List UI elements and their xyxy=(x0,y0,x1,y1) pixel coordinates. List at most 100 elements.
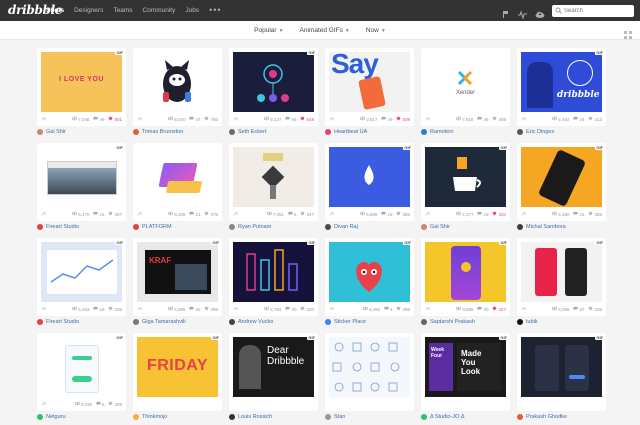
shot-author[interactable]: Heartbeat UA xyxy=(325,128,414,136)
time-filter[interactable]: Now ▼ xyxy=(366,27,386,34)
shot-card[interactable]: GIF 6,806 19 386 xyxy=(325,143,414,221)
shot-thumbnail[interactable] xyxy=(41,337,122,397)
shot-thumbnail[interactable]: I LOVE YOU xyxy=(41,52,122,112)
likes-count[interactable]: 336 xyxy=(588,306,602,312)
shot-thumbnail[interactable] xyxy=(233,242,314,302)
shot-author[interactable]: Tomas Brunsdon xyxy=(133,128,222,136)
likes-count[interactable]: 347 xyxy=(300,211,314,217)
shot-card[interactable]: GIF 5,493 18 335 xyxy=(37,238,126,316)
shot-author[interactable]: Thinkmojo xyxy=(133,413,222,421)
shot-thumbnail[interactable]: Dear Dribbble xyxy=(233,337,314,397)
shot-card[interactable]: FRIDAY GIF xyxy=(133,333,222,411)
comments-count[interactable]: 36 xyxy=(477,116,488,122)
likes-count[interactable]: 548 xyxy=(300,116,314,122)
comments-count[interactable]: 55 xyxy=(285,116,296,122)
shot-thumbnail[interactable] xyxy=(425,242,506,302)
shot-author[interactable]: Gal Shir xyxy=(37,128,126,136)
shot-author[interactable]: PLATFORM xyxy=(133,223,222,231)
shot-author[interactable]: Gal Shir xyxy=(421,223,510,231)
shot-thumbnail[interactable] xyxy=(137,52,218,112)
shot-author[interactable]: Michal Sambora xyxy=(517,223,606,231)
shot-author[interactable]: Ramotion xyxy=(421,128,510,136)
nav-item-jobs[interactable]: Jobs xyxy=(185,7,199,14)
shot-card[interactable]: Say 3,617 29 509 xyxy=(325,48,414,126)
type-filter[interactable]: Animated GIFs ▼ xyxy=(300,27,350,34)
shot-author[interactable]: Prakash Ghodke xyxy=(517,413,606,421)
comments-count[interactable]: 20 xyxy=(477,306,488,312)
shot-thumbnail[interactable]: Xender xyxy=(425,52,506,112)
comments-count[interactable]: 13 xyxy=(189,211,200,217)
likes-count[interactable]: 388 xyxy=(588,211,602,217)
shot-thumbnail[interactable] xyxy=(521,337,602,397)
shot-author[interactable]: Eric Dinges xyxy=(517,128,606,136)
shot-author[interactable]: Seth Eckert xyxy=(229,128,318,136)
shot-thumbnail[interactable] xyxy=(425,147,506,207)
comments-count[interactable]: 20 xyxy=(285,306,296,312)
shot-author[interactable]: Δ Studio-JO Δ xyxy=(421,413,510,421)
shot-thumbnail[interactable] xyxy=(233,52,314,112)
comments-count[interactable]: 27 xyxy=(573,306,584,312)
nav-item-shots[interactable]: Shots xyxy=(46,7,64,14)
shot-thumbnail[interactable] xyxy=(41,147,122,207)
comments-count[interactable]: 4 xyxy=(384,306,392,312)
shot-thumbnail[interactable] xyxy=(329,147,410,207)
comments-count[interactable]: 18 xyxy=(93,306,104,312)
shot-card[interactable]: KRAF GIF 4,685 22 398 xyxy=(133,238,222,316)
shot-thumbnail[interactable]: Say xyxy=(329,52,410,112)
link-icon[interactable] xyxy=(521,117,526,122)
shot-thumbnail[interactable] xyxy=(233,147,314,207)
shot-author[interactable]: Giga Tamarashvili xyxy=(133,318,222,326)
more-menu-icon[interactable]: ••• xyxy=(209,5,221,15)
grid-view-icon[interactable] xyxy=(624,26,632,44)
likes-count[interactable]: 375 xyxy=(204,211,218,217)
shot-card[interactable]: GIF 5,137 55 548 xyxy=(229,48,318,126)
link-icon[interactable] xyxy=(137,307,142,312)
flag-icon[interactable] xyxy=(501,6,510,18)
likes-count[interactable]: 760 xyxy=(204,116,218,122)
likes-count[interactable]: 509 xyxy=(396,116,410,122)
shot-card[interactable]: GIF 4,450 15 388 xyxy=(517,143,606,221)
shot-thumbnail[interactable] xyxy=(521,242,602,302)
nav-item-designers[interactable]: Designers xyxy=(74,7,103,14)
shot-thumbnail[interactable] xyxy=(41,242,122,302)
shot-thumbnail[interactable] xyxy=(329,337,410,397)
comments-count[interactable]: 19 xyxy=(381,211,392,217)
shot-card[interactable]: GIF 3,898 20 327 xyxy=(421,238,510,316)
nav-item-community[interactable]: Community xyxy=(142,7,175,14)
shot-card[interactable]: Xender 7,918 36 408 xyxy=(421,48,510,126)
link-icon[interactable] xyxy=(329,307,334,312)
shot-card[interactable]: Dear Dribbble GIF xyxy=(229,333,318,411)
comments-count[interactable]: 47 xyxy=(189,116,200,122)
link-icon[interactable] xyxy=(425,307,430,312)
shot-card[interactable] xyxy=(325,333,414,411)
shot-author[interactable]: Saptarshi Prakash xyxy=(421,318,510,326)
link-icon[interactable] xyxy=(425,212,430,217)
link-icon[interactable] xyxy=(425,117,430,122)
shot-author[interactable]: Fireart Studio xyxy=(37,223,126,231)
shot-card[interactable]: 8,040 47 760 xyxy=(133,48,222,126)
shot-thumbnail[interactable]: dribbble xyxy=(521,52,602,112)
shot-author[interactable]: Louis Rossich xyxy=(229,413,318,421)
shot-author[interactable]: Andrew Vucko xyxy=(229,318,318,326)
link-icon[interactable] xyxy=(233,307,238,312)
likes-count[interactable]: 335 xyxy=(108,306,122,312)
shot-author[interactable]: Stan xyxy=(325,413,414,421)
shot-card[interactable]: GIF 2,784 20 320 xyxy=(229,238,318,316)
shot-author[interactable]: Sticker Place xyxy=(325,318,414,326)
link-icon[interactable] xyxy=(521,307,526,312)
comments-count[interactable]: 29 xyxy=(381,116,392,122)
link-icon[interactable] xyxy=(233,212,238,217)
link-icon[interactable] xyxy=(137,212,142,217)
shot-thumbnail[interactable] xyxy=(137,147,218,207)
shot-card[interactable]: Week Four Made You Look GIF xyxy=(421,333,510,411)
link-icon[interactable] xyxy=(329,117,334,122)
likes-count[interactable]: 397 xyxy=(108,211,122,217)
shot-author[interactable]: Fireart Studio xyxy=(37,318,126,326)
link-icon[interactable] xyxy=(233,117,238,122)
comments-count[interactable]: 22 xyxy=(189,306,200,312)
cloud-upload-icon[interactable] xyxy=(535,6,545,18)
link-icon[interactable] xyxy=(41,212,46,217)
link-icon[interactable] xyxy=(41,307,46,312)
shot-card[interactable]: 6,208 13 375 xyxy=(133,143,222,221)
comments-count[interactable]: 15 xyxy=(573,211,584,217)
